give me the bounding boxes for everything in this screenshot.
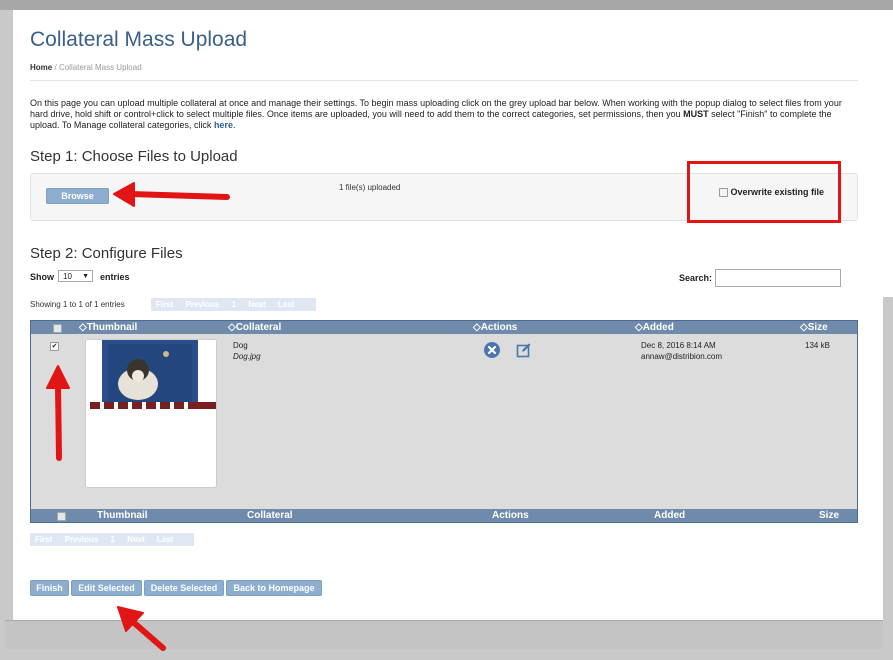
delete-selected-button[interactable]: Delete Selected bbox=[144, 580, 224, 596]
select-all-checkbox[interactable] bbox=[53, 324, 62, 333]
breadcrumb: Home / Collateral Mass Upload bbox=[30, 63, 142, 72]
entries-select-value: 10 bbox=[63, 272, 72, 281]
manage-categories-link[interactable]: here bbox=[214, 120, 233, 130]
pager-bottom-next[interactable]: Next bbox=[127, 535, 144, 544]
breadcrumb-current: Collateral Mass Upload bbox=[58, 63, 142, 72]
pager-bottom-previous[interactable]: Previous bbox=[65, 535, 99, 544]
upload-status: 1 file(s) uploaded bbox=[339, 183, 401, 192]
step2-heading: Step 2: Configure Files bbox=[30, 245, 183, 262]
bottom-pagination: First Previous 1 Next Last bbox=[30, 533, 194, 546]
breadcrumb-home[interactable]: Home bbox=[30, 63, 52, 72]
breadcrumb-separator: / bbox=[54, 63, 57, 72]
chevron-down-icon: ▼ bbox=[82, 273, 89, 280]
file-size: 134 kB bbox=[805, 341, 830, 350]
header-added-label: Added bbox=[642, 322, 674, 333]
footer-actions-label: Actions bbox=[492, 510, 529, 521]
entries-select[interactable]: 10 ▼ bbox=[58, 270, 93, 282]
delete-icon[interactable] bbox=[484, 342, 500, 358]
browse-button[interactable]: Browse bbox=[46, 188, 109, 204]
main-panel: Collateral Mass Upload Home / Collateral… bbox=[13, 10, 883, 620]
show-label: Show bbox=[30, 272, 54, 282]
collateral-filename: Dog.jpg bbox=[233, 352, 261, 361]
back-to-homepage-button[interactable]: Back to Homepage bbox=[226, 580, 322, 596]
pager-previous[interactable]: Previous bbox=[186, 300, 220, 309]
row-checkbox[interactable]: ✔ bbox=[50, 342, 59, 351]
pager-first[interactable]: First bbox=[156, 300, 173, 309]
added-date: Dec 8, 2016 8:14 AM bbox=[641, 341, 716, 350]
collateral-name: Dog bbox=[233, 341, 248, 350]
search-label: Search: bbox=[679, 273, 713, 283]
entries-label: entries bbox=[100, 272, 130, 282]
edit-selected-button[interactable]: Edit Selected bbox=[71, 580, 142, 596]
collateral-table: ◇ Thumbnail ◇ Collateral ◇ Actions ◇ Add… bbox=[30, 320, 858, 523]
top-pagination: First Previous 1 Next Last bbox=[151, 298, 316, 311]
thumbnail-image[interactable] bbox=[85, 339, 217, 488]
table-header: ◇ Thumbnail ◇ Collateral ◇ Actions ◇ Add… bbox=[31, 321, 857, 334]
header-collateral[interactable]: ◇ Collateral bbox=[228, 321, 281, 334]
footer-collateral-label: Collateral bbox=[247, 510, 293, 521]
showing-info: Showing 1 to 1 of 1 entries bbox=[30, 300, 125, 309]
table-footer: Thumbnail Collateral Actions Added Size bbox=[31, 509, 857, 522]
dog-photo bbox=[86, 340, 216, 410]
header-actions[interactable]: ◇ Actions bbox=[473, 321, 517, 334]
search-input[interactable] bbox=[715, 269, 841, 287]
pager-next[interactable]: Next bbox=[248, 300, 265, 309]
annotation-highlight-box bbox=[687, 161, 841, 223]
pager-last[interactable]: Last bbox=[278, 300, 294, 309]
added-by: annaw@distribion.com bbox=[641, 352, 723, 361]
pager-page-1[interactable]: 1 bbox=[232, 300, 236, 309]
intro-text: On this page you can upload multiple col… bbox=[30, 98, 860, 131]
footer-size-label: Size bbox=[819, 510, 840, 521]
page-title: Collateral Mass Upload bbox=[30, 28, 248, 51]
pager-bottom-page-1[interactable]: 1 bbox=[111, 535, 115, 544]
header-thumbnail[interactable]: ◇ Thumbnail bbox=[79, 321, 137, 334]
header-collateral-label: Collateral bbox=[235, 322, 282, 333]
header-thumbnail-label: Thumbnail bbox=[86, 322, 138, 333]
pager-bottom-last[interactable]: Last bbox=[157, 535, 173, 544]
top-bar bbox=[0, 0, 893, 10]
divider bbox=[30, 80, 858, 81]
header-size-label: Size bbox=[807, 322, 828, 333]
step1-heading: Step 1: Choose Files to Upload bbox=[30, 148, 238, 165]
finish-button[interactable]: Finish bbox=[30, 580, 69, 596]
footer-bar bbox=[5, 620, 883, 649]
header-actions-label: Actions bbox=[480, 322, 518, 333]
footer-thumbnail-label: Thumbnail bbox=[97, 510, 148, 521]
pager-bottom-first[interactable]: First bbox=[35, 535, 52, 544]
intro-end: . bbox=[232, 120, 236, 130]
intro-must: MUST bbox=[683, 109, 709, 119]
header-added[interactable]: ◇ Added bbox=[635, 321, 674, 334]
footer-added-label: Added bbox=[654, 510, 686, 521]
header-size[interactable]: ◇ Size bbox=[800, 321, 828, 334]
footer-select-all-checkbox[interactable] bbox=[57, 512, 66, 521]
edit-icon[interactable] bbox=[516, 342, 532, 358]
